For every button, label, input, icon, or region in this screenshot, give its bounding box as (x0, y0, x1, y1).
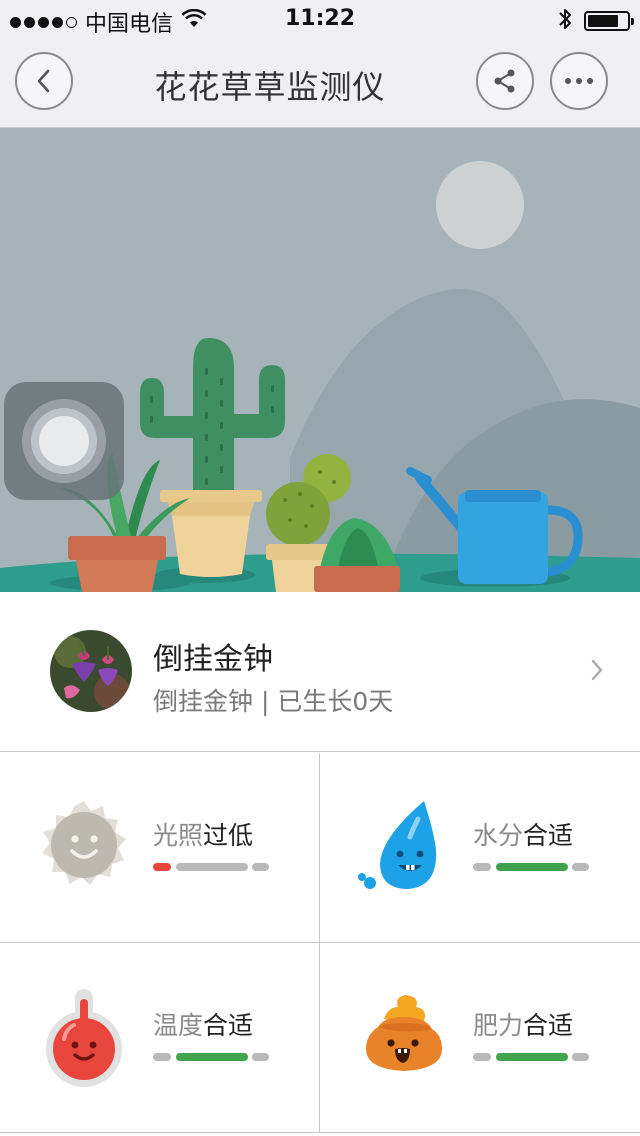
chevron-left-icon (37, 69, 50, 93)
metric-light-bar (153, 863, 269, 871)
plant-avatar (50, 630, 132, 712)
plant-name: 倒挂金钟 (153, 642, 273, 677)
chevron-right-icon (591, 659, 603, 681)
bluetooth-icon (558, 7, 572, 35)
metric-water[interactable]: 水分合适 (320, 753, 640, 943)
clock: 11:22 (284, 6, 356, 31)
back-button[interactable] (15, 52, 73, 110)
plant-info-row[interactable]: 倒挂金钟 倒挂金钟 | 已生长0天 (0, 592, 640, 752)
battery-level (588, 15, 619, 27)
status-bar: 中国电信 11:22 (0, 0, 640, 40)
more-button[interactable] (550, 52, 608, 110)
metric-temperature[interactable]: 温度合适 (0, 943, 320, 1133)
metric-fertilizer-bar (473, 1053, 589, 1061)
water-drop-icon (354, 797, 454, 897)
share-icon (494, 69, 515, 93)
sun-icon (34, 797, 134, 897)
metric-light-status: 过低 (203, 821, 254, 850)
assistive-touch-button[interactable] (4, 382, 124, 500)
battery-icon (584, 11, 634, 31)
metric-light-label: 光照过低 (153, 821, 254, 850)
metric-water-status: 合适 (523, 821, 574, 850)
metric-water-label: 水分合适 (473, 821, 574, 850)
metric-water-bar (473, 863, 589, 871)
more-dots-icon (565, 78, 593, 84)
page-title: 花花草草监测仪 (154, 68, 386, 106)
status-bar-right (558, 7, 634, 35)
garden-illustration (0, 128, 640, 592)
metric-temperature-status: 合适 (203, 1011, 254, 1040)
metric-light[interactable]: 光照过低 (0, 753, 320, 943)
metric-temperature-bar (153, 1053, 269, 1061)
plant-subtitle: 倒挂金钟 | 已生长0天 (153, 687, 394, 716)
metric-fertilizer[interactable]: 肥力合适 (320, 943, 640, 1133)
fertilizer-icon (354, 987, 454, 1087)
thermometer-icon (34, 987, 134, 1087)
navigation-bar: 花花草草监测仪 (0, 40, 640, 128)
metric-temperature-label: 温度合适 (153, 1011, 254, 1040)
metric-fertilizer-label: 肥力合适 (473, 1011, 574, 1040)
share-button[interactable] (476, 52, 534, 110)
metric-fertilizer-status: 合适 (523, 1011, 574, 1040)
moon-icon (436, 161, 524, 249)
